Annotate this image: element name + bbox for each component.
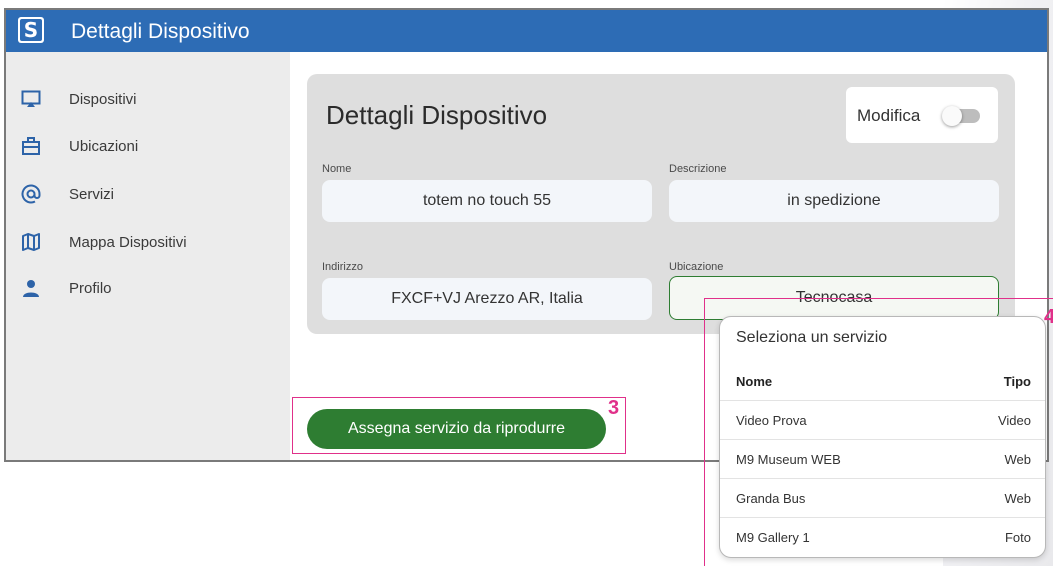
table-row[interactable]: M9 Museum WEB Web [720,440,1045,479]
monitor-icon [20,88,42,110]
device-details-card: Dettagli Dispositivo Modifica Nome totem… [307,74,1015,334]
descrizione-field[interactable]: in spedizione [669,180,999,222]
table-row[interactable]: Video Prova Video [720,401,1045,440]
table-row[interactable]: Granda Bus Web [720,479,1045,518]
at-sign-icon [20,183,42,205]
edit-label: Modifica [857,106,921,125]
map-icon [20,231,42,253]
row-name: Granda Bus [736,491,806,506]
sidebar-item-ubicazioni[interactable]: Ubicazioni [6,126,290,166]
row-type: Foto [1004,530,1031,545]
nome-label: Nome [322,163,352,175]
indirizzo-field[interactable]: FXCF+VJ Arezzo AR, Italia [322,278,652,320]
edit-toggle-box: Modifica [846,87,998,143]
column-header-nome[interactable]: Nome [736,374,772,389]
descrizione-label: Descrizione [669,163,727,175]
nome-field[interactable]: totem no touch 55 [322,180,652,222]
app-logo-letter: S [20,19,42,41]
callout-line-4-vertical [704,298,705,566]
card-title: Dettagli Dispositivo [326,100,548,130]
table-row[interactable]: M9 Gallery 1 Foto [720,518,1045,557]
sidebar-item-profilo[interactable]: Profilo [6,268,290,308]
row-type: Web [1004,452,1032,467]
app-logo: S [18,17,44,43]
ubicazione-label: Ubicazione [669,261,724,273]
indirizzo-label: Indirizzo [322,261,363,273]
service-select-popup: Seleziona un servizio Nome Tipo Video Pr… [719,316,1046,558]
person-icon [20,277,42,299]
popup-title: Seleziona un servizio [736,329,888,346]
row-name: M9 Museum WEB [736,452,841,467]
sidebar-item-label: Profilo [69,279,112,297]
sidebar-item-label: Dispositivi [69,90,137,108]
sidebar-item-label: Mappa Dispositivi [69,233,187,251]
callout-box-3 [292,397,626,454]
row-name: Video Prova [736,413,807,428]
sidebar-item-servizi[interactable]: Servizi [6,174,290,214]
toggle-knob [942,106,962,126]
row-type: Video [997,413,1031,428]
sidebar: Dispositivi Ubicazioni Servizi Mappa Dis… [6,52,290,460]
sidebar-item-label: Ubicazioni [69,137,139,155]
briefcase-icon [20,135,42,157]
callout-line-4-horizontal [704,298,1053,299]
edit-toggle[interactable] [942,106,980,126]
sidebar-item-label: Servizi [69,185,115,203]
column-header-tipo[interactable]: Tipo [1004,374,1031,389]
callout-number-3: 3 [608,397,620,419]
app-title: Dettagli Dispositivo [71,20,250,43]
row-type: Web [1004,491,1032,506]
sidebar-item-dispositivi[interactable]: Dispositivi [6,79,290,119]
table-header: Nome Tipo [720,361,1045,401]
row-name: M9 Gallery 1 [736,530,810,545]
sidebar-item-mappa-dispositivi[interactable]: Mappa Dispositivi [6,222,290,262]
title-bar: S Dettagli Dispositivo [6,10,1047,52]
